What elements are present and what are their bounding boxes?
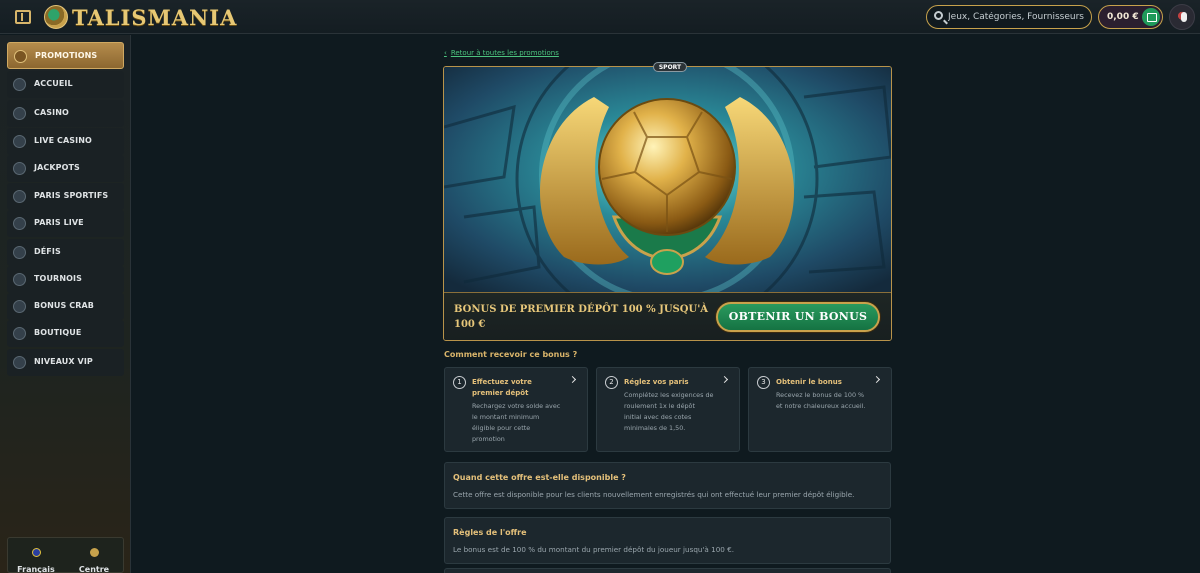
shop-icon bbox=[13, 327, 26, 340]
sidebar-item-label: NIVEAUX VIP bbox=[34, 357, 93, 366]
chevron-right-icon bbox=[720, 375, 729, 384]
faq-availability[interactable]: Quand cette offre est-elle disponible ? … bbox=[444, 462, 891, 509]
chevron-right-icon bbox=[568, 375, 577, 384]
sidebar-item-paris-live[interactable]: PARIS LIVE bbox=[7, 210, 124, 237]
sidebar-item-label: TOURNOIS bbox=[34, 274, 82, 283]
faq-title: Règles de l'offre bbox=[453, 528, 527, 537]
step-card-3[interactable]: 3 Obtenir le bonus Recevez le bonus de 1… bbox=[748, 367, 892, 452]
sidebar-item-label: ACCUEIL bbox=[34, 79, 73, 88]
promo-hero-card: BONUS DE PREMIER DÉPÔT 100 % JUSQU'À 100… bbox=[443, 66, 892, 341]
sidebar-item-label: LIVE CASINO bbox=[34, 136, 92, 145]
sidebar-item-promotions[interactable]: PROMOTIONS bbox=[7, 42, 124, 69]
sidebar-item-boutique[interactable]: BOUTIQUE bbox=[7, 320, 124, 347]
search-box[interactable] bbox=[926, 5, 1092, 29]
sidebar-item-label: BOUTIQUE bbox=[34, 328, 82, 337]
sidebar-item-tournois[interactable]: TOURNOIS bbox=[7, 266, 124, 293]
step-number: 1 bbox=[453, 376, 466, 389]
sidebar: PROMOTIONS ACCUEIL CASINO LIVE CASINO JA… bbox=[0, 35, 131, 573]
sport-badge: SPORT bbox=[653, 62, 687, 72]
search-input[interactable] bbox=[948, 8, 1088, 26]
promo-hero-footer: BONUS DE PREMIER DÉPÔT 100 % JUSQU'À 100… bbox=[444, 292, 891, 340]
clover-icon bbox=[13, 162, 26, 175]
sidebar-item-paris-sportifs[interactable]: PARIS SPORTIFS bbox=[7, 183, 124, 210]
winged-golden-ball-illustration bbox=[444, 67, 891, 292]
promo-title: BONUS DE PREMIER DÉPÔT 100 % JUSQU'À 100… bbox=[454, 304, 709, 330]
step-title: Obtenir le bonus bbox=[776, 378, 842, 386]
help-center-link[interactable]: Centre d'aide bbox=[66, 542, 122, 573]
sidebar-footer: Français Centre d'aide bbox=[7, 537, 124, 573]
casino-chip-icon bbox=[13, 107, 26, 120]
help-icon bbox=[89, 548, 99, 557]
step-description: Recevez le bonus de 100 % et notre chale… bbox=[776, 391, 866, 410]
faq-title: Quand cette offre est-elle disponible ? bbox=[453, 473, 626, 482]
sidebar-item-label: PARIS SPORTIFS bbox=[34, 191, 109, 200]
eu-flag-icon bbox=[31, 548, 41, 557]
step-description: Complétez les exigences de roulement 1x … bbox=[624, 391, 714, 432]
language-label: Français bbox=[17, 565, 55, 573]
logo-emblem-icon bbox=[44, 5, 68, 29]
sidebar-item-label: PROMOTIONS bbox=[35, 51, 98, 60]
get-bonus-button[interactable]: OBTENIR UN BONUS bbox=[716, 302, 880, 332]
balance-amount: 0,00 € bbox=[1107, 12, 1139, 22]
avatar[interactable] bbox=[1169, 4, 1195, 30]
faq-text: Le bonus est de 100 % du montant du prem… bbox=[453, 545, 734, 554]
sidebar-item-casino[interactable]: CASINO bbox=[7, 100, 124, 127]
sidebar-item-jackpots[interactable]: JACKPOTS bbox=[7, 155, 124, 182]
how-to-title: Comment recevoir ce bonus ? bbox=[444, 350, 578, 359]
challenge-icon bbox=[13, 246, 26, 259]
home-icon bbox=[13, 78, 26, 91]
step-card-2[interactable]: 2 Réglez vos paris Complétez les exigenc… bbox=[596, 367, 740, 452]
help-label: Centre d'aide bbox=[78, 565, 110, 573]
faq-next-partial[interactable] bbox=[444, 568, 891, 573]
step-card-1[interactable]: 1 Effectuez votre premier dépôt Recharge… bbox=[444, 367, 588, 452]
search-icon bbox=[934, 11, 943, 20]
sidebar-item-label: JACKPOTS bbox=[34, 163, 80, 172]
top-bar: TALISMANIA 0,00 € bbox=[0, 0, 1200, 34]
promo-banner-image bbox=[444, 67, 891, 292]
step-title: Réglez vos paris bbox=[624, 378, 689, 386]
gift-icon bbox=[14, 50, 27, 63]
claw-icon bbox=[13, 300, 26, 313]
back-link-label: Retour à toutes les promotions bbox=[450, 49, 559, 57]
step-number: 2 bbox=[605, 376, 618, 389]
sidebar-item-bonus-crab[interactable]: BONUS CRAB bbox=[7, 293, 124, 320]
live-dealer-icon bbox=[13, 135, 26, 148]
football-icon bbox=[13, 190, 26, 203]
logo-text: TALISMANIA bbox=[72, 4, 238, 30]
step-title: Effectuez votre premier dépôt bbox=[472, 378, 532, 397]
wallet-icon[interactable] bbox=[1142, 8, 1160, 26]
sidebar-item-niveaux-vip[interactable]: NIVEAUX VIP bbox=[7, 349, 124, 376]
language-selector[interactable]: Français bbox=[8, 542, 64, 573]
sidebar-item-label: BONUS CRAB bbox=[34, 301, 94, 310]
chevron-left-icon: ‹ bbox=[444, 49, 447, 57]
sidebar-item-label: CASINO bbox=[34, 108, 69, 117]
sidebar-item-label: DÉFIS bbox=[34, 247, 61, 256]
get-bonus-label: OBTENIR UN BONUS bbox=[728, 310, 868, 323]
sidebar-item-defis[interactable]: DÉFIS bbox=[7, 239, 124, 266]
balance-pill[interactable]: 0,00 € bbox=[1098, 5, 1163, 29]
live-tv-icon bbox=[13, 217, 26, 230]
diamond-icon bbox=[13, 356, 26, 369]
brand-logo[interactable]: TALISMANIA bbox=[44, 4, 237, 30]
faq-text: Cette offre est disponible pour les clie… bbox=[453, 490, 855, 499]
chevron-right-icon bbox=[872, 375, 881, 384]
menu-toggle-icon[interactable] bbox=[15, 10, 31, 24]
faq-rules[interactable]: Règles de l'offre Le bonus est de 100 % … bbox=[444, 517, 891, 564]
step-description: Rechargez votre solde avec le montant mi… bbox=[472, 402, 561, 443]
trophy-icon bbox=[13, 273, 26, 286]
sidebar-item-label: PARIS LIVE bbox=[34, 218, 84, 227]
step-number: 3 bbox=[757, 376, 770, 389]
back-to-promotions-link[interactable]: ‹ Retour à toutes les promotions bbox=[444, 49, 559, 57]
sidebar-item-accueil[interactable]: ACCUEIL bbox=[7, 71, 124, 98]
sidebar-item-live-casino[interactable]: LIVE CASINO bbox=[7, 128, 124, 155]
